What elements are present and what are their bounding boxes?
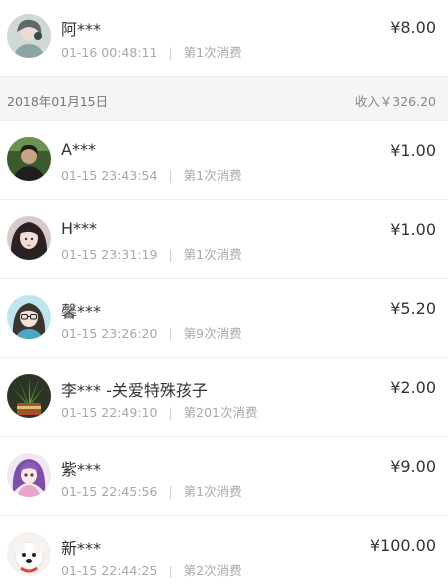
avatar-girl-icon	[7, 216, 51, 260]
group-date: 2018年01月15日	[7, 94, 109, 109]
consumption-meta: 01-15 22:44:25 | 第2次消费	[61, 560, 242, 579]
consumption-time: 01-15 23:43:54	[61, 168, 158, 183]
list-item[interactable]: 李*** -关爱特殊孩子 01-15 22:49:10 | 第201次消费 ¥2.0…	[0, 358, 448, 437]
meta-divider: |	[168, 405, 173, 420]
consumption-order: 第9次消费	[183, 326, 242, 341]
avatar-puppy-icon	[7, 532, 51, 576]
consumption-meta: 01-15 23:31:19 | 第1次消费	[61, 244, 242, 263]
consumption-amount: ¥1.00	[390, 220, 436, 239]
consumption-order: 第1次消费	[183, 247, 242, 262]
consumption-time: 01-15 22:49:10	[61, 405, 158, 420]
consumption-amount: ¥5.20	[390, 299, 436, 318]
avatar-girl-glasses-icon	[7, 295, 51, 339]
customer-name: A***	[61, 140, 96, 159]
consumption-time: 01-15 22:45:56	[61, 484, 158, 499]
meta-divider: |	[168, 484, 173, 499]
customer-name: 李*** -关爱特殊孩子	[61, 381, 208, 400]
consumption-time: 01-15 23:31:19	[61, 247, 158, 262]
meta-divider: |	[168, 45, 173, 60]
list-item[interactable]: A*** 01-15 23:43:54 | 第1次消费 ¥1.00	[0, 121, 448, 200]
consumption-amount: ¥9.00	[390, 457, 436, 476]
avatar-man-icon	[7, 137, 51, 181]
consumption-meta: 01-15 22:45:56 | 第1次消费	[61, 481, 242, 500]
consumption-order: 第1次消费	[183, 168, 242, 183]
consumption-list: 阿*** 01-16 00:48:11 | 第1次消费 ¥8.00 2018年01月…	[0, 0, 448, 584]
meta-divider: |	[168, 563, 173, 578]
consumption-time: 01-15 22:44:25	[61, 563, 158, 578]
list-item[interactable]: 新*** 01-15 22:44:25 | 第2次消费 ¥100.00	[0, 516, 448, 584]
list-item[interactable]: H*** 01-15 23:31:19 | 第1次消费 ¥1.00	[0, 200, 448, 279]
customer-name: 馨***	[61, 302, 102, 321]
consumption-meta: 01-15 23:43:54 | 第1次消费	[61, 165, 242, 184]
customer-name: 阿***	[61, 20, 102, 39]
consumption-time: 01-15 23:26:20	[61, 326, 158, 341]
consumption-meta: 01-15 23:26:20 | 第9次消费	[61, 323, 242, 342]
meta-divider: |	[168, 326, 173, 341]
avatar-anime-icon	[7, 453, 51, 497]
list-item[interactable]: 阿*** 01-16 00:48:11 | 第1次消费 ¥8.00	[0, 0, 448, 77]
consumption-amount: ¥1.00	[390, 141, 436, 160]
consumption-meta: 01-15 22:49:10 | 第201次消费	[61, 402, 258, 421]
consumption-amount: ¥2.00	[390, 378, 436, 397]
consumption-amount: ¥8.00	[390, 18, 436, 37]
avatar-girl-icon	[7, 14, 51, 58]
consumption-meta: 01-16 00:48:11 | 第1次消费	[61, 42, 242, 61]
consumption-order: 第1次消费	[183, 484, 242, 499]
meta-divider: |	[168, 247, 173, 262]
list-item[interactable]: 馨*** 01-15 23:26:20 | 第9次消费 ¥5.20	[0, 279, 448, 358]
consumption-amount: ¥100.00	[369, 536, 436, 555]
list-item[interactable]: 紫*** 01-15 22:45:56 | 第1次消费 ¥9.00	[0, 437, 448, 516]
consumption-order: 第2次消费	[183, 563, 242, 578]
consumption-order: 第1次消费	[183, 45, 242, 60]
customer-name: H***	[61, 219, 98, 238]
consumption-time: 01-16 00:48:11	[61, 45, 158, 60]
date-group-header: 2018年01月15日 收入￥326.20	[0, 77, 448, 121]
group-income: 收入￥326.20	[354, 94, 436, 109]
consumption-order: 第201次消费	[183, 405, 258, 420]
customer-name: 新***	[61, 539, 102, 558]
customer-name: 紫***	[61, 460, 102, 479]
meta-divider: |	[168, 168, 173, 183]
avatar-plant-icon	[7, 374, 51, 418]
